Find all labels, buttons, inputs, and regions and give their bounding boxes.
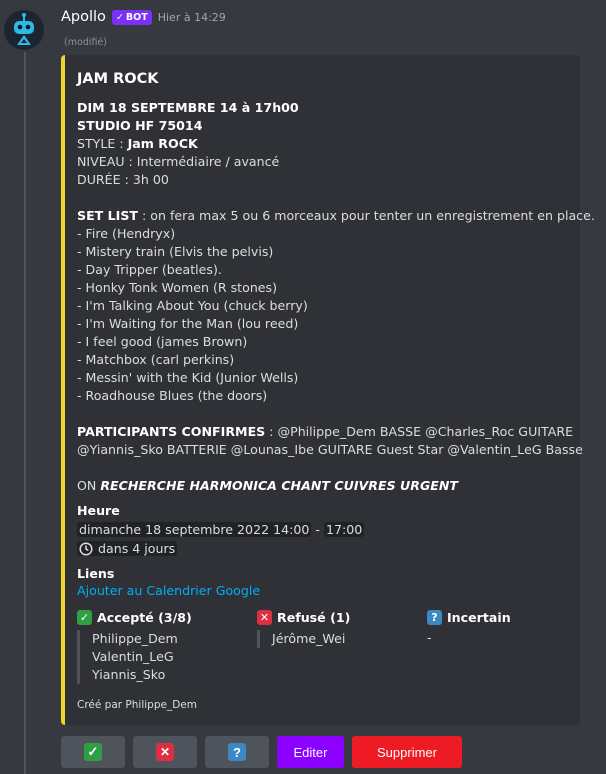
rsvp-section: ✓ Accepté (3/8) Philippe_Dem Valentin_Le… [77,608,566,684]
rsvp-declined: ✕ Refusé (1) Jérôme_Wei [257,608,427,684]
links-field-name: Liens [77,566,115,581]
declined-label: Refusé (1) [277,609,351,625]
setlist-item: - Roadhouse Blues (the doors) [77,388,268,403]
setlist-intro: : on fera max 5 ou 6 morceaux pour tente… [138,208,595,223]
list-item: Jérôme_Wei [272,631,346,646]
event-embed: JAM ROCK DIM 18 SEPTEMBRE 14 à 17h00 STU… [61,55,595,725]
event-start-time[interactable]: dimanche 18 septembre 2022 14:00 [77,522,312,537]
message-header: Apollo ✓ BOT Hier à 14:29 [61,9,226,25]
bot-badge: ✓ BOT [111,9,152,25]
accept-button[interactable]: ✓ [61,736,125,768]
embed-footer: Créé par Philippe_Dem [77,699,197,711]
event-date: DIM 18 SEPTEMBRE 14 à 17h00 [77,100,299,115]
setlist-item: - Fire (Hendryx) [77,226,176,241]
question-icon: ? [427,609,442,625]
list-item: Valentin_LeG [92,649,174,664]
clock-icon [79,541,93,556]
cross-icon: ✕ [156,743,174,761]
list-item: Yiannis_Sko [92,667,166,682]
time-separator: - [311,522,324,537]
participants-label: PARTICIPANTS CONFIRMES [77,424,266,439]
tentative-empty: - [427,630,432,645]
setlist-item: - I feel good (james Brown) [77,334,248,349]
check-icon: ✓ [84,743,102,761]
bot-badge-label: BOT [125,11,148,23]
setlist-item: - I'm Talking About You (chuck berry) [77,298,308,313]
declined-list: Jérôme_Wei [257,630,427,648]
event-duration: DURÉE : 3h 00 [77,172,169,187]
decline-button[interactable]: ✕ [133,736,197,768]
reply-thread-line [24,52,26,774]
tentative-label: Incertain [447,609,511,625]
style-value: Jam ROCK [127,136,198,151]
setlist-item: - Day Tripper (beatles). [77,262,222,277]
tentative-button[interactable]: ? [205,736,269,768]
edit-button[interactable]: Editer [277,736,344,768]
question-icon: ? [228,743,246,761]
event-level: NIVEAU : Intermédiaire / avancé [77,154,280,169]
event-studio: STUDIO HF 75014 [77,118,203,133]
accepted-list: Philippe_Dem Valentin_LeG Yiannis_Sko [77,630,257,684]
google-calendar-link[interactable]: Ajouter au Calendrier Google [77,583,566,598]
rsvp-tentative: ? Incertain - [427,608,547,684]
delete-button[interactable]: Supprimer [352,736,462,768]
style-label: STYLE : [77,136,128,151]
avatar[interactable] [4,10,44,50]
setlist-label: SET LIST [77,208,139,223]
setlist-item: - Matchbox (carl perkins) [77,352,235,367]
relative-time[interactable]: dans 4 jours [77,541,178,556]
author-name[interactable]: Apollo [61,9,106,25]
setlist-item: - I'm Waiting for the Man (lou reed) [77,316,299,331]
embed-description: DIM 18 SEPTEMBRE 14 à 17h00 STUDIO HF 75… [77,99,595,495]
rsvp-accepted: ✓ Accepté (3/8) Philippe_Dem Valentin_Le… [77,608,257,684]
verified-check-icon: ✓ [115,11,124,23]
participants-line: @Yiannis_Sko BATTERIE @Lounas_Ibe GUITAR… [77,442,583,457]
embed-title: JAM ROCK [77,71,159,87]
setlist-item: - Mistery train (Elvis the pelvis) [77,244,274,259]
list-item: Philippe_Dem [92,631,178,646]
event-end-time[interactable]: 17:00 [323,522,365,537]
relative-time-text: dans 4 jours [98,541,176,556]
action-buttons: ✓ ✕ ? Editer Supprimer [61,736,462,768]
setlist-item: - Honky Tonk Women (R stones) [77,280,278,295]
setlist-item: - Messin' with the Kid (Junior Wells) [77,370,299,385]
cross-icon: ✕ [257,609,272,625]
search-prefix: ON [77,478,101,493]
time-field-name: Heure [77,503,120,518]
check-icon: ✓ [77,609,92,625]
accepted-label: Accepté (3/8) [97,609,192,625]
participants-line: : @Philippe_Dem BASSE @Charles_Roc GUITA… [265,424,574,439]
robot-avatar-icon [4,10,44,50]
message-timestamp[interactable]: Hier à 14:29 [158,11,226,24]
edited-label: (modifié) [64,37,107,48]
search-text: RECHERCHE HARMONICA CHANT CUIVRES URGENT [100,478,459,493]
